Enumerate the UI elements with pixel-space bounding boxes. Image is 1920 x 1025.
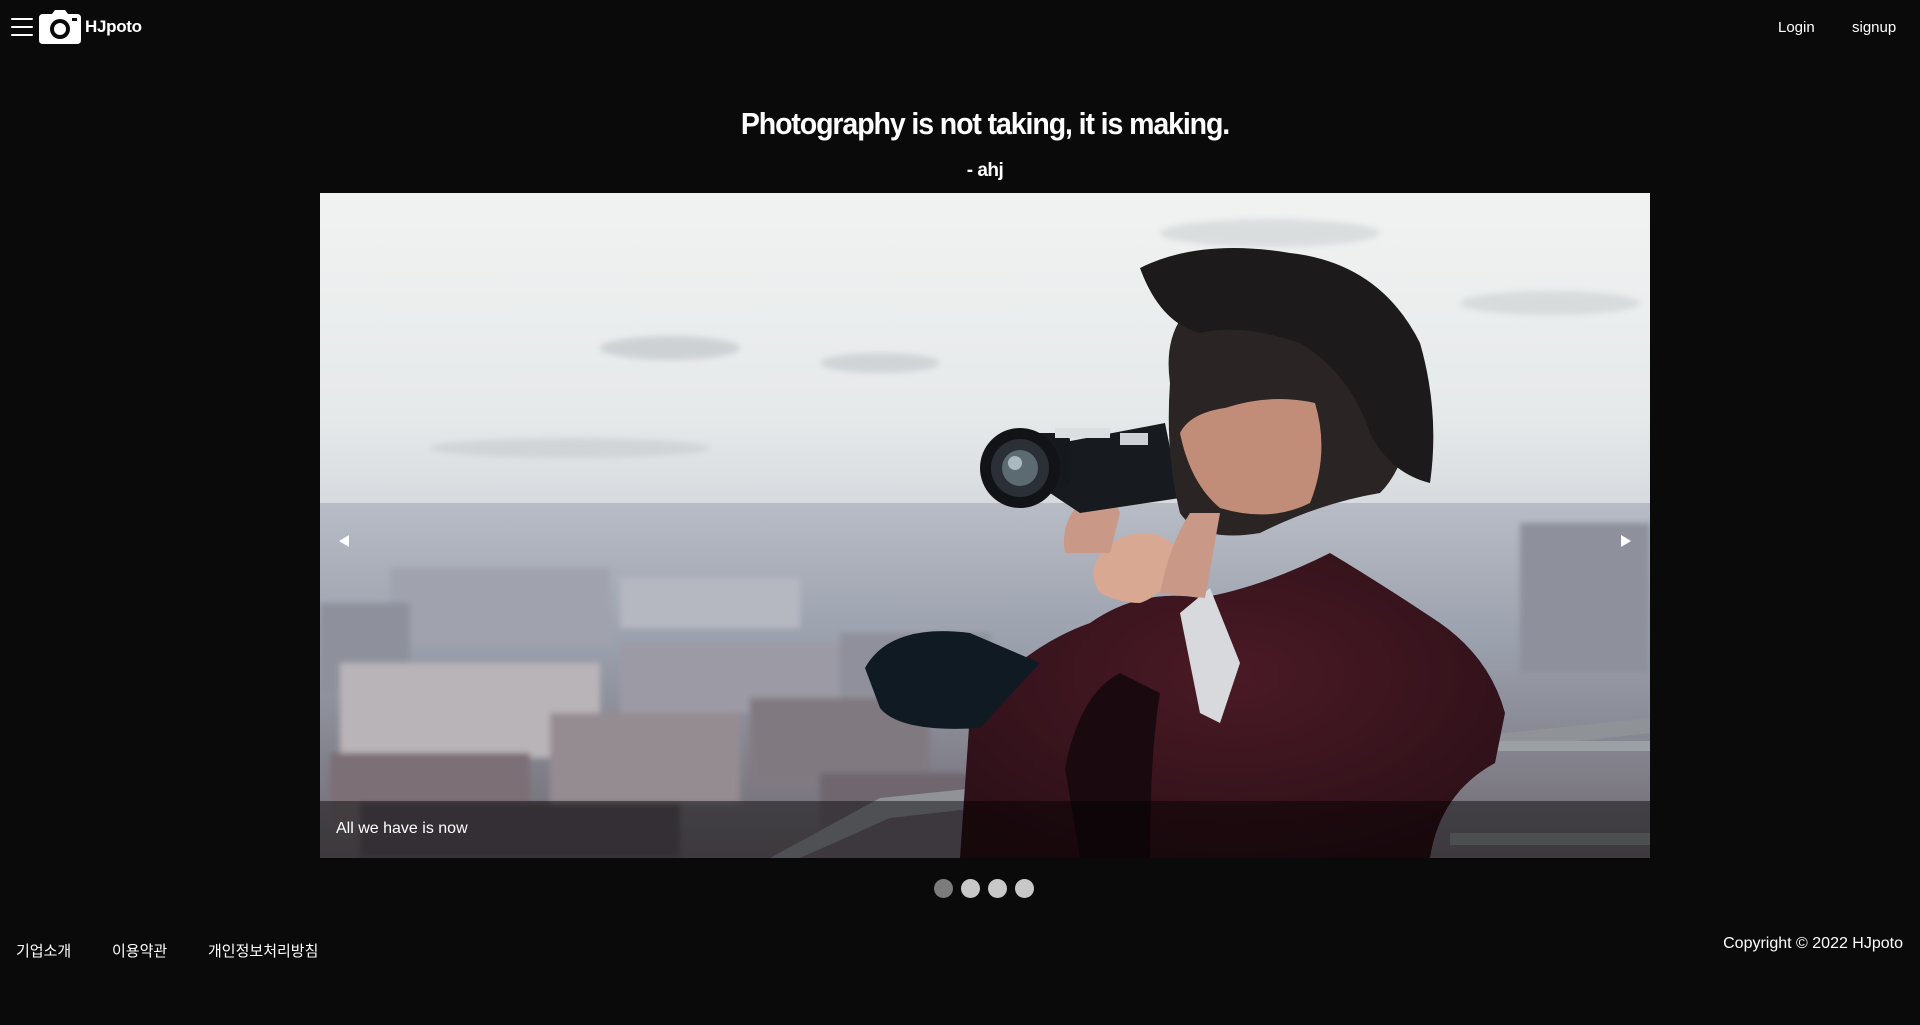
footer-link-company[interactable]: 기업소개 (16, 940, 71, 961)
footer-link-terms[interactable]: 이용약관 (112, 940, 167, 961)
slider-dot-4[interactable] (1015, 879, 1034, 898)
quote-author: - ahj (966, 160, 1004, 181)
copyright-text: Copyright © 2022 HJpoto (1723, 935, 1903, 952)
slide-caption: All we have is now (336, 820, 468, 837)
signup-link[interactable]: signup (1852, 19, 1896, 36)
triangle-right-icon[interactable] (1616, 531, 1636, 551)
image-slider[interactable]: All we have is now (320, 193, 1650, 858)
slider-dot-2[interactable] (961, 879, 980, 898)
login-link[interactable]: Login (1778, 19, 1815, 36)
brand-name[interactable]: HJpoto (85, 17, 142, 37)
slider-dot-1[interactable] (934, 879, 953, 898)
hero-quote: Photography is not taking, it is making. (740, 106, 1230, 141)
triangle-left-icon[interactable] (334, 531, 354, 551)
site-header: HJpoto Login signup (0, 0, 1920, 56)
hamburger-menu-icon[interactable] (11, 17, 33, 37)
footer-link-privacy[interactable]: 개인정보처리방침 (208, 940, 318, 961)
camera-icon[interactable] (39, 10, 81, 44)
slide-caption-bar: All we have is now (320, 801, 1650, 858)
slider-dot-3[interactable] (988, 879, 1007, 898)
slide-photo-photographer (320, 193, 1650, 858)
